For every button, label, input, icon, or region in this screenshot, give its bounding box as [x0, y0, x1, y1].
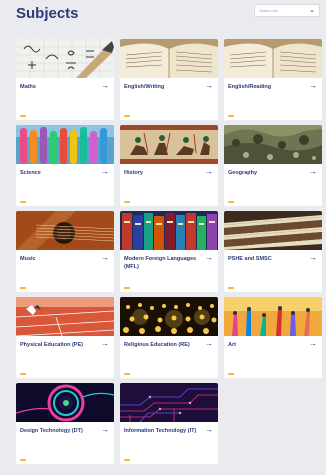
subject-card-mfl[interactable]: Modern Foreign Languages (MFL) → [120, 211, 218, 292]
card-accent-bar [228, 115, 234, 117]
dictionaries-image [120, 211, 218, 250]
subject-card-geography[interactable]: Geography → [224, 125, 322, 206]
arrow-right-icon: → [205, 81, 213, 90]
page-header: Subjects Select one ⌄ [0, 0, 326, 30]
card-accent-bar [20, 287, 26, 289]
subject-card-dt[interactable]: Design Technology (DT) → [16, 383, 114, 464]
card-accent-bar [228, 287, 234, 289]
subject-card-pshe-smsc[interactable]: PSHE and SMSC → [224, 211, 322, 292]
card-accent-bar [124, 201, 130, 203]
painted-hands-image [224, 297, 322, 336]
arrow-right-icon: → [309, 81, 317, 90]
candles-image [120, 297, 218, 336]
guitar-image [16, 211, 114, 250]
arrow-right-icon: → [309, 167, 317, 176]
subject-card-label: Religious Education (RE) [124, 342, 190, 348]
terrain-image [224, 125, 322, 164]
subject-card-label: English/Reading [228, 84, 272, 90]
card-accent-bar [228, 201, 234, 203]
subject-card-label: Information Technology (IT) [124, 428, 197, 434]
subject-card-music[interactable]: Music → [16, 211, 114, 292]
subject-card-science[interactable]: Science → [16, 125, 114, 206]
tapestry-image [120, 125, 218, 164]
subject-card-label: Modern Foreign Languages (MFL) [124, 256, 197, 270]
subject-card-label: Music [20, 256, 36, 262]
books-stack-image [224, 211, 322, 250]
card-accent-bar [124, 373, 130, 375]
subject-card-label: PSHE and SMSC [228, 256, 272, 262]
subject-card-maths[interactable]: Maths → [16, 39, 114, 120]
arrow-right-icon: → [309, 339, 317, 348]
card-accent-bar [20, 115, 26, 117]
subject-card-re[interactable]: Religious Education (RE) → [120, 297, 218, 378]
subject-card-label: Physical Education (PE) [20, 342, 83, 348]
arrow-right-icon: → [309, 253, 317, 262]
arrow-right-icon: → [101, 167, 109, 176]
subject-card-art[interactable]: Art → [224, 297, 322, 378]
running-track-image [16, 297, 114, 336]
card-accent-bar [20, 201, 26, 203]
subject-card-label: Science [20, 170, 41, 176]
maths-equations-image [16, 39, 114, 78]
subject-filter-select[interactable]: Select one ⌄ [254, 4, 320, 17]
open-book-image [224, 39, 322, 78]
card-accent-bar [124, 287, 130, 289]
subject-card-label: Maths [20, 84, 36, 90]
subject-card-pe[interactable]: Physical Education (PE) → [16, 297, 114, 378]
arrow-right-icon: → [101, 339, 109, 348]
card-accent-bar [228, 373, 234, 375]
subject-card-label: Geography [228, 170, 258, 176]
card-accent-bar [20, 373, 26, 375]
test-tubes-image [16, 125, 114, 164]
arrow-right-icon: → [101, 253, 109, 262]
subject-card-label: Design Technology (DT) [20, 428, 83, 434]
card-accent-bar [124, 115, 130, 117]
subject-card-english-writing[interactable]: English/Writing → [120, 39, 218, 120]
camera-lens-image [16, 383, 114, 422]
arrow-right-icon: → [101, 81, 109, 90]
subject-card-it[interactable]: Information Technology (IT) → [120, 383, 218, 464]
open-book-image [120, 39, 218, 78]
arrow-right-icon: → [205, 425, 213, 434]
arrow-right-icon: → [101, 425, 109, 434]
chevron-down-icon: ⌄ [309, 7, 315, 14]
circuit-board-image [120, 383, 218, 422]
arrow-right-icon: → [205, 339, 213, 348]
arrow-right-icon: → [205, 253, 213, 262]
subject-filter-value: Select one [259, 8, 278, 13]
subject-card-label: Art [228, 342, 236, 348]
subject-card-label: History [124, 170, 143, 176]
arrow-right-icon: → [205, 167, 213, 176]
subject-card-english-reading[interactable]: English/Reading → [224, 39, 322, 120]
card-accent-bar [20, 459, 26, 461]
subject-card-label: English/Writing [124, 84, 165, 90]
page-title: Subjects [16, 5, 79, 22]
card-accent-bar [124, 459, 130, 461]
subject-card-history[interactable]: History → [120, 125, 218, 206]
